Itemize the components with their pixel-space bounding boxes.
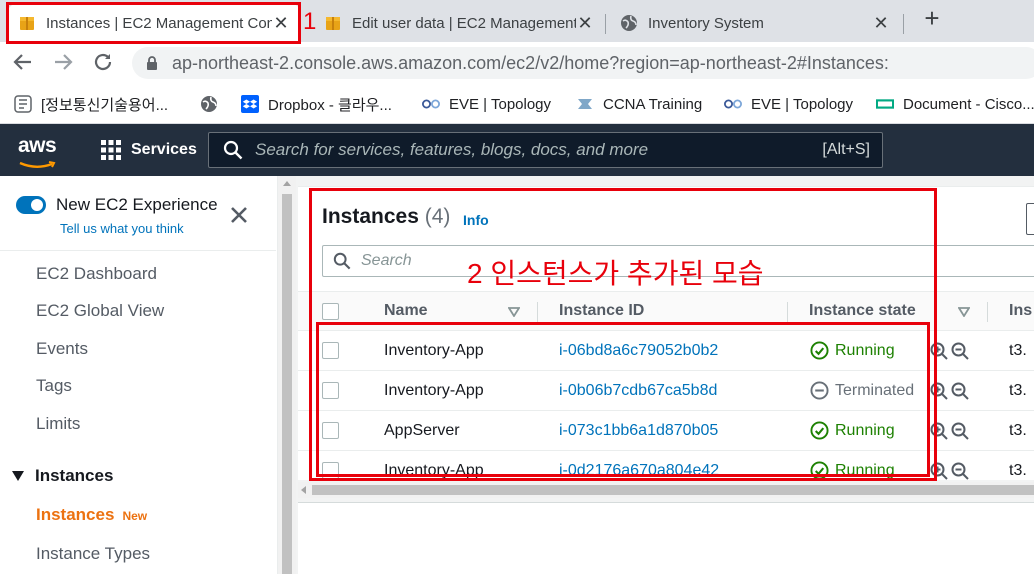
forward-button[interactable]: [50, 50, 76, 76]
scrollbar-thumb[interactable]: [282, 194, 292, 574]
nav-section-instances[interactable]: Instances: [12, 466, 113, 486]
zoom-out-icon[interactable]: [951, 342, 969, 360]
tab-title: Edit user data | EC2 Management Console: [352, 14, 576, 32]
tab-edit-user-data[interactable]: Edit user data | EC2 Management Console …: [314, 4, 604, 42]
annotation-marker-1: 1: [303, 8, 317, 35]
instance-type: t3.: [1009, 422, 1027, 439]
aws-box-icon: [326, 17, 340, 30]
lock-icon: [147, 56, 157, 70]
ccna-icon: [578, 99, 592, 109]
aws-search-input[interactable]: Search for services, features, blogs, do…: [208, 132, 883, 168]
instance-type: t3.: [1009, 342, 1027, 359]
ec2-sidebar: New EC2 Experience Tell us what you thin…: [0, 176, 278, 574]
tab-separator: [903, 14, 904, 34]
sort-icon[interactable]: [958, 307, 970, 317]
sidebar-scrollbar[interactable]: [278, 176, 296, 574]
close-tab-icon[interactable]: ✕: [872, 13, 890, 34]
scroll-left-arrow[interactable]: [301, 486, 306, 494]
bookmark-label: Document - Cisco...: [903, 95, 1034, 113]
bookmark-item[interactable]: Dropbox - 클라우...: [241, 93, 392, 115]
instance-type: t3.: [1009, 382, 1027, 399]
search-icon: [223, 140, 243, 160]
nav-instances-label: Instances: [36, 505, 115, 524]
refresh-button[interactable]: [1026, 203, 1034, 235]
search-shortcut: [Alt+S]: [822, 141, 870, 158]
address-bar-row: ap-northeast-2.console.aws.amazon.com/ec…: [0, 42, 1034, 84]
new-experience-toggle[interactable]: [16, 196, 46, 214]
tab-separator: [605, 14, 606, 34]
nav-limits[interactable]: Limits: [36, 414, 80, 434]
bookmark-item[interactable]: EVE | Topology: [422, 93, 551, 115]
bookmark-item[interactable]: CCNA Training: [576, 93, 702, 115]
annotation-box-tab: [6, 2, 301, 44]
arrow-right-icon: [55, 54, 73, 70]
tab-title: Inventory System: [648, 14, 764, 32]
eve-logo-icon: [724, 99, 742, 109]
nav-ec2-global-view[interactable]: EC2 Global View: [36, 301, 164, 321]
bookmark-label: EVE | Topology: [449, 95, 552, 113]
nav-instances[interactable]: Instances New: [36, 505, 147, 525]
services-menu-button[interactable]: Services: [101, 140, 197, 160]
new-badge: New: [122, 509, 148, 523]
instance-type: t3.: [1009, 462, 1027, 479]
new-experience-title: New EC2 Experience: [56, 195, 218, 214]
bookmark-item[interactable]: [정보통신기술용어...: [14, 93, 168, 115]
new-tab-button[interactable]: +: [918, 4, 946, 32]
column-separator: [987, 302, 988, 322]
grid-icon: [101, 140, 121, 160]
nav-instance-types[interactable]: Instance Types: [36, 544, 150, 564]
nav-section-label: Instances: [35, 466, 114, 485]
tab-inventory-system[interactable]: Inventory System ✕: [610, 4, 900, 42]
table-horizontal-scrollbar[interactable]: [298, 482, 1034, 498]
globe-icon: [201, 96, 217, 112]
bookmark-label: Dropbox - 클라우...: [268, 96, 392, 114]
scrollbar-thumb[interactable]: [312, 485, 1034, 495]
search-placeholder: Search for services, features, blogs, do…: [255, 140, 649, 159]
bookmark-label: EVE | Topology: [751, 95, 854, 113]
caret-down-icon: [12, 471, 24, 481]
reload-icon: [94, 53, 112, 71]
details-split-panel: [298, 502, 1034, 574]
eve-logo-icon: [422, 99, 440, 109]
annotation-box-rows: [316, 322, 930, 477]
reload-button[interactable]: [90, 50, 116, 76]
zoom-out-icon[interactable]: [951, 462, 969, 480]
url-text: ap-northeast-2.console.aws.amazon.com/ec…: [172, 52, 889, 73]
url-field[interactable]: ap-northeast-2.console.aws.amazon.com/ec…: [132, 47, 1034, 79]
bookmark-favicon: [14, 95, 32, 113]
nav-events[interactable]: Events: [36, 339, 88, 359]
dropbox-icon: [241, 95, 259, 113]
scroll-up-arrow[interactable]: [283, 181, 291, 186]
aws-logo[interactable]: aws: [18, 134, 60, 168]
feedback-link[interactable]: Tell us what you think: [60, 221, 184, 236]
arrow-left-icon: [13, 54, 31, 70]
close-tab-icon[interactable]: ✕: [576, 13, 594, 34]
bookmark-label: CCNA Training: [603, 95, 703, 113]
bookmark-label: [정보통신기술용어...: [41, 96, 169, 114]
aws-logo-text: aws: [18, 134, 57, 157]
zoom-out-icon[interactable]: [951, 422, 969, 440]
annotation-marker-2: 2 인스턴스가 추가된 모습: [467, 258, 764, 289]
zoom-out-icon[interactable]: [951, 382, 969, 400]
hpe-icon: [876, 99, 894, 109]
back-button[interactable]: [10, 50, 36, 76]
nav-tags[interactable]: Tags: [36, 376, 72, 396]
bookmarks-bar: [정보통신기술용어... Dropbox - 클라우... EVE | Topo…: [0, 84, 1034, 124]
divider: [0, 250, 276, 251]
nav-ec2-dashboard[interactable]: EC2 Dashboard: [36, 264, 157, 284]
bookmark-item[interactable]: Document - Cisco...: [876, 93, 1034, 115]
toggle-knob: [31, 199, 43, 211]
aws-smile-icon: [19, 161, 56, 168]
column-header-instance-type[interactable]: Ins: [1009, 302, 1032, 320]
bookmark-item[interactable]: EVE | Topology: [724, 93, 853, 115]
aws-top-nav: aws Services Search for services, featur…: [0, 124, 1034, 176]
globe-icon: [621, 15, 637, 31]
bookmark-item[interactable]: [200, 93, 227, 115]
services-label: Services: [131, 141, 197, 158]
close-icon[interactable]: [228, 204, 250, 226]
